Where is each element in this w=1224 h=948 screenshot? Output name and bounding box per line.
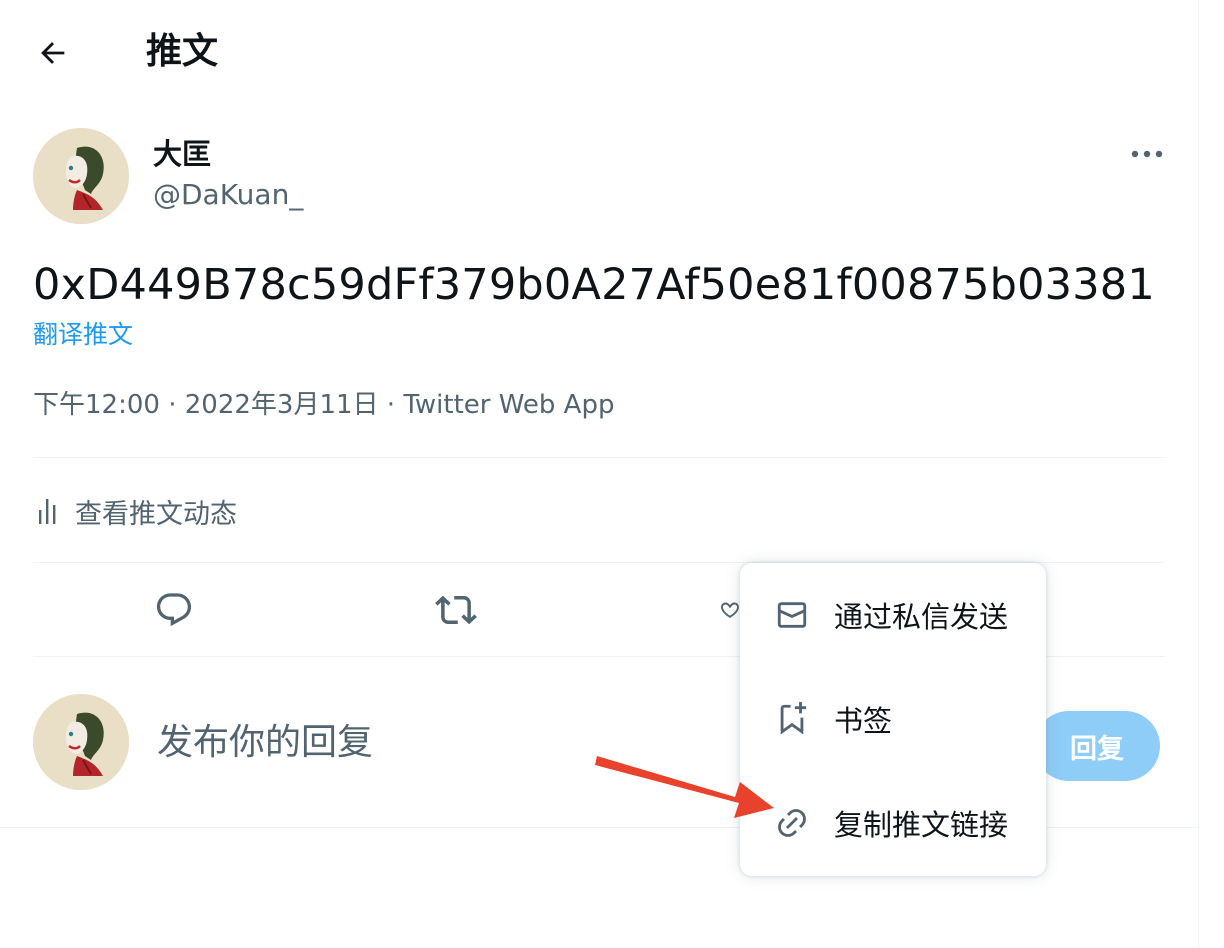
current-user-avatar[interactable] [33,694,129,790]
menu-item-send-via-dm[interactable]: 通过私信发送 [740,563,1046,667]
analytics-label: 查看推文动态 [75,498,237,530]
meta-separator-2: · [386,390,396,420]
more-horizontal-icon [1131,150,1163,158]
menu-item-copy-link[interactable]: 复制推文链接 [740,771,1046,875]
bar-chart-icon [39,499,56,524]
menu-item-label: 复制推文链接 [834,808,1009,842]
menu-item-bookmark[interactable]: 书签 [740,667,1046,771]
arrow-left-icon [41,42,65,64]
header: 推文 [0,0,1198,104]
tweet-date[interactable]: 2022年3月11日 [185,390,379,420]
reply-button[interactable]: 回复 [1034,711,1160,781]
retweet-action-button[interactable] [434,588,478,632]
link-icon [774,805,810,841]
divider [33,457,1165,458]
share-menu: 通过私信发送 书签 复制推文链接 [740,563,1046,876]
author-display-name[interactable]: 大匡 [153,134,211,174]
back-button[interactable] [26,26,80,80]
tweet-text: 0xD449B78c59dFf379b0A27Af50e81f00875b033… [33,260,1155,310]
translate-tweet-link[interactable]: 翻译推文 [33,316,133,354]
more-options-button[interactable] [1120,132,1174,176]
like-action-button[interactable] [718,588,742,632]
mail-icon [774,597,810,633]
reply-icon [156,593,192,627]
retweet-icon [435,595,477,625]
meta-separator-1: · [168,390,177,420]
tweet-source[interactable]: Twitter Web App [403,390,614,420]
menu-item-label: 通过私信发送 [834,600,1009,634]
reply-input[interactable]: 发布你的回复 [157,716,373,770]
joker-portrait-icon [33,694,129,790]
bookmark-add-icon [774,701,810,737]
author-handle[interactable]: @DaKuan_ [153,176,303,214]
tweet-time[interactable]: 下午12:00 [33,390,160,420]
author-avatar[interactable] [33,128,129,224]
like-icon [721,602,739,618]
tweet-metadata: 下午12:00 · 2022年3月11日 · Twitter Web App [33,384,614,426]
reply-action-button[interactable] [152,588,196,632]
menu-item-label: 书签 [834,704,893,738]
joker-portrait-icon [33,128,129,224]
page-title: 推文 [146,31,219,72]
tweet-analytics-link[interactable]: 查看推文动态 [33,486,237,536]
